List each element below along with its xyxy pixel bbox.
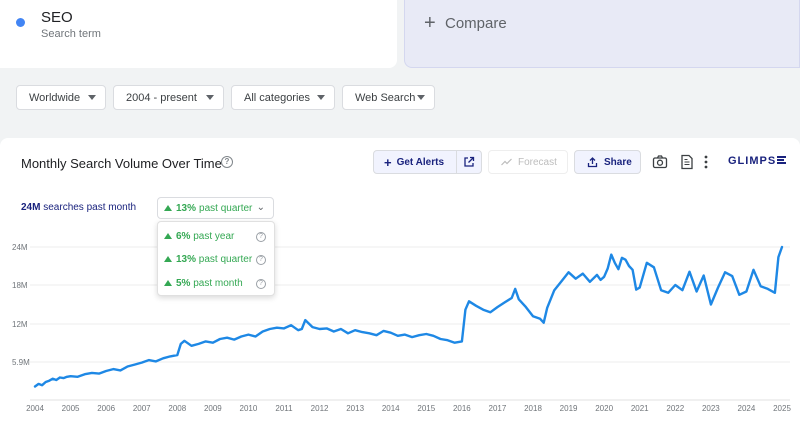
growth-option-label: past month [193,278,243,289]
compare-button[interactable]: + Compare [404,0,800,68]
caret-down-icon [317,95,325,100]
growth-option-year[interactable]: 6% past year [164,231,234,242]
x-tick-label: 2023 [702,404,720,413]
caret-down-icon [88,95,96,100]
line-chart: 5.9M 12M 18M 24M 2004 2005 2006 2007 2008 2009 201… [12,243,791,413]
x-tick-label: 2016 [453,404,471,413]
region-filter-label: Worldwide [29,91,81,104]
y-tick-label: 24M [12,243,28,252]
x-tick-label: 2008 [168,404,186,413]
category-filter[interactable]: All categories [231,85,335,110]
growth-option-month[interactable]: 5% past month [164,278,243,289]
y-tick-label: 18M [12,281,28,290]
growth-period-dropdown: 6% past year ? 13% past quarter ? 5% pas… [157,221,275,296]
caret-down-icon [417,95,425,100]
x-tick-label: 2025 [773,404,791,413]
search-term-color-dot [16,18,25,27]
x-tick-label: 2014 [382,404,400,413]
x-tick-label: 2021 [631,404,649,413]
x-tick-label: 2011 [275,404,293,413]
growth-option-value: 13% [176,254,197,265]
x-tick-label: 2013 [346,404,364,413]
region-filter[interactable]: Worldwide [16,85,106,110]
growth-option-value: 5% [176,278,191,289]
up-arrow-icon [164,280,172,286]
help-icon[interactable]: ? [256,232,266,242]
x-tick-label: 2019 [560,404,578,413]
time-range-filter-label: 2004 - present [126,91,197,104]
x-tick-label: 2005 [62,404,80,413]
x-tick-label: 2012 [311,404,329,413]
growth-option-label: past year [193,231,235,242]
x-tick-label: 2015 [417,404,435,413]
search-type-filter[interactable]: Web Search [342,85,435,110]
search-type-filter-label: Web Search [355,91,416,104]
x-tick-label: 2010 [240,404,258,413]
category-filter-label: All categories [244,91,311,104]
x-tick-label: 2006 [97,404,115,413]
x-tick-label: 2009 [204,404,222,413]
caret-down-icon [206,95,214,100]
help-icon[interactable]: ? [256,255,266,265]
help-icon[interactable]: ? [256,279,266,289]
x-tick-label: 2020 [595,404,613,413]
y-tick-label: 12M [12,320,28,329]
compare-label: Compare [445,15,507,32]
search-term-card[interactable]: SEO Search term [0,0,397,68]
up-arrow-icon [164,233,172,239]
series-line [33,245,784,388]
x-tick-label: 2024 [738,404,756,413]
y-tick-label: 5.9M [12,358,30,367]
search-term-name: SEO [41,9,73,26]
x-tick-label: 2007 [133,404,151,413]
time-range-filter[interactable]: 2004 - present [113,85,224,110]
x-tick-label: 2018 [524,404,542,413]
growth-option-label: past quarter [198,254,253,265]
up-arrow-icon [164,256,172,262]
x-tick-label: 2004 [26,404,44,413]
search-term-subtitle: Search term [41,28,101,40]
x-tick-label: 2022 [666,404,684,413]
chart-card: Monthly Search Volume Over Time ? + Get … [0,138,800,422]
x-tick-label: 2017 [489,404,507,413]
growth-option-quarter[interactable]: 13% past quarter [164,254,252,265]
growth-option-value: 6% [176,231,191,242]
plus-icon: + [424,12,436,34]
